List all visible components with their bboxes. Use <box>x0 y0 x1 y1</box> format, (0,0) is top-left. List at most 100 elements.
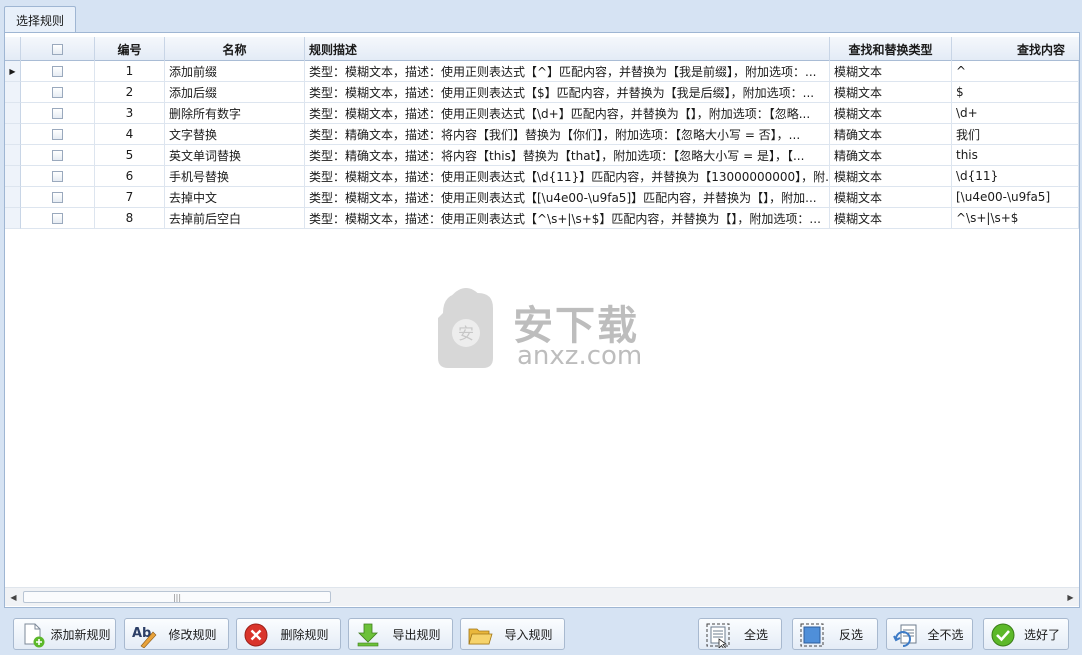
row-checkbox[interactable] <box>52 86 63 98</box>
add-document-icon <box>24 623 45 648</box>
row-indicator[interactable] <box>5 124 21 145</box>
row-indicator[interactable] <box>5 208 21 229</box>
row-checkbox-cell[interactable] <box>21 61 95 82</box>
row-checkbox[interactable] <box>52 65 63 77</box>
cell-desc[interactable]: 类型：精确文本，描述：将内容【this】替换为【that】，附加选项：【忽略大小… <box>305 145 830 166</box>
cell-name[interactable]: 去掉前后空白 <box>165 208 305 229</box>
cell-name[interactable]: 文字替换 <box>165 124 305 145</box>
select-none-button[interactable]: 全不选 <box>886 618 973 650</box>
row-checkbox[interactable] <box>52 191 63 203</box>
cell-no[interactable]: 7 <box>95 187 165 208</box>
cell-find[interactable]: ^ <box>952 61 1079 82</box>
current-row-indicator-icon[interactable]: ▶ <box>5 61 21 82</box>
cell-name[interactable]: 英文单词替换 <box>165 145 305 166</box>
row-indicator-header <box>5 37 21 61</box>
cell-type[interactable]: 精确文本 <box>830 124 952 145</box>
delete-rule-button[interactable]: 删除规则 <box>236 618 341 650</box>
table-row[interactable]: 3 删除所有数字 类型：模糊文本，描述：使用正则表达式【\d+】匹配内容，并替换为【… <box>5 103 1079 124</box>
cell-find[interactable]: \d+ <box>952 103 1079 124</box>
tab-select-rules[interactable]: 选择规则 <box>4 6 76 33</box>
import-rule-button[interactable]: 导入规则 <box>460 618 565 650</box>
row-checkbox-cell[interactable] <box>21 166 95 187</box>
scroll-left-icon[interactable]: ◀ <box>5 588 22 606</box>
cell-desc[interactable]: 类型：模糊文本，描述：使用正则表达式【\d+】匹配内容，并替换为【】，附加选项：… <box>305 103 830 124</box>
row-indicator[interactable] <box>5 82 21 103</box>
cell-desc[interactable]: 类型：精确文本，描述：将内容【我们】替换为【你们】，附加选项：【忽略大小写 = … <box>305 124 830 145</box>
export-rule-button[interactable]: 导出规则 <box>348 618 453 650</box>
cell-no[interactable]: 1 <box>95 61 165 82</box>
select-all-icon <box>706 623 730 648</box>
header-checkbox[interactable] <box>52 43 63 55</box>
cell-no[interactable]: 2 <box>95 82 165 103</box>
cell-name[interactable]: 添加后缀 <box>165 82 305 103</box>
cell-type[interactable]: 模糊文本 <box>830 166 952 187</box>
row-checkbox-cell[interactable] <box>21 103 95 124</box>
cell-name[interactable]: 手机号替换 <box>165 166 305 187</box>
row-checkbox-cell[interactable] <box>21 145 95 166</box>
cell-desc[interactable]: 类型：模糊文本，描述：使用正则表达式【$】匹配内容，并替换为【我是后缀】，附加选… <box>305 82 830 103</box>
row-checkbox[interactable] <box>52 107 63 119</box>
cell-desc[interactable]: 类型：模糊文本，描述：使用正则表达式【^\s+|\s+$】匹配内容，并替换为【】… <box>305 208 830 229</box>
row-checkbox[interactable] <box>52 149 63 161</box>
cell-find[interactable]: this <box>952 145 1079 166</box>
cell-name[interactable]: 去掉中文 <box>165 187 305 208</box>
cell-no[interactable]: 5 <box>95 145 165 166</box>
invert-selection-icon <box>800 623 824 647</box>
horizontal-scrollbar[interactable]: ◀ ||| ▶ <box>5 587 1079 606</box>
cell-type[interactable]: 模糊文本 <box>830 103 952 124</box>
row-checkbox[interactable] <box>52 170 63 182</box>
cell-find[interactable]: ^\s+|\s+$ <box>952 208 1079 229</box>
cell-type[interactable]: 模糊文本 <box>830 82 952 103</box>
cell-find[interactable]: $ <box>952 82 1079 103</box>
row-indicator[interactable] <box>5 103 21 124</box>
cell-desc[interactable]: 类型：模糊文本，描述：使用正则表达式【\d{11}】匹配内容，并替换为【1300… <box>305 166 830 187</box>
cell-desc[interactable]: 类型：模糊文本，描述：使用正则表达式【^】匹配内容，并替换为【我是前缀】，附加选… <box>305 61 830 82</box>
table-row[interactable]: 7 去掉中文 类型：模糊文本，描述：使用正则表达式【[\u4e00-\u9fa5]】… <box>5 187 1079 208</box>
edit-text-icon: Ab <box>132 626 157 648</box>
cell-type[interactable]: 模糊文本 <box>830 61 952 82</box>
row-indicator[interactable] <box>5 145 21 166</box>
invert-selection-button[interactable]: 反选 <box>792 618 878 650</box>
cell-desc[interactable]: 类型：模糊文本，描述：使用正则表达式【[\u4e00-\u9fa5]】匹配内容，… <box>305 187 830 208</box>
table-row[interactable]: 5 英文单词替换 类型：精确文本，描述：将内容【this】替换为【that】，附加选… <box>5 145 1079 166</box>
cell-no[interactable]: 4 <box>95 124 165 145</box>
column-header-type[interactable]: 查找和替换类型 <box>830 37 952 61</box>
row-checkbox-cell[interactable] <box>21 187 95 208</box>
cell-type[interactable]: 精确文本 <box>830 145 952 166</box>
column-header-name[interactable]: 名称 <box>165 37 305 61</box>
row-indicator[interactable] <box>5 187 21 208</box>
cell-type[interactable]: 模糊文本 <box>830 187 952 208</box>
table-row[interactable]: 6 手机号替换 类型：模糊文本，描述：使用正则表达式【\d{11}】匹配内容，并替换… <box>5 166 1079 187</box>
cell-no[interactable]: 6 <box>95 166 165 187</box>
add-rule-button[interactable]: 添加新规则 <box>13 618 116 650</box>
select-none-label: 全不选 <box>927 627 964 642</box>
row-checkbox-cell[interactable] <box>21 82 95 103</box>
row-checkbox[interactable] <box>52 128 63 140</box>
row-checkbox-cell[interactable] <box>21 124 95 145</box>
confirm-button[interactable]: 选好了 <box>983 618 1069 650</box>
scroll-thumb[interactable]: ||| <box>23 591 331 603</box>
table-row[interactable]: 4 文字替换 类型：精确文本，描述：将内容【我们】替换为【你们】，附加选项：【忽略大… <box>5 124 1079 145</box>
cell-find[interactable]: 我们 <box>952 124 1079 145</box>
select-all-button[interactable]: 全选 <box>698 618 782 650</box>
column-header-desc[interactable]: 规则描述 <box>305 37 830 61</box>
cell-type[interactable]: 模糊文本 <box>830 208 952 229</box>
cell-name[interactable]: 添加前缀 <box>165 61 305 82</box>
export-rule-label: 导出规则 <box>392 627 441 642</box>
row-indicator[interactable] <box>5 166 21 187</box>
cell-find[interactable]: \d{11} <box>952 166 1079 187</box>
column-header-find[interactable]: 查找内容 <box>952 37 1079 61</box>
column-header-no[interactable]: 编号 <box>95 37 165 61</box>
edit-rule-button[interactable]: Ab 修改规则 <box>124 618 229 650</box>
row-checkbox[interactable] <box>52 212 63 224</box>
cell-no[interactable]: 3 <box>95 103 165 124</box>
scroll-right-icon[interactable]: ▶ <box>1062 588 1079 606</box>
table-row[interactable]: 8 去掉前后空白 类型：模糊文本，描述：使用正则表达式【^\s+|\s+$】匹配内容… <box>5 208 1079 229</box>
cell-name[interactable]: 删除所有数字 <box>165 103 305 124</box>
table-row[interactable]: 2 添加后缀 类型：模糊文本，描述：使用正则表达式【$】匹配内容，并替换为【我是后缀… <box>5 82 1079 103</box>
row-checkbox-cell[interactable] <box>21 208 95 229</box>
cell-find[interactable]: [\u4e00-\u9fa5] <box>952 187 1079 208</box>
table-row[interactable]: ▶ 1 添加前缀 类型：模糊文本，描述：使用正则表达式【^】匹配内容，并替换为【我是前… <box>5 61 1079 82</box>
cell-no[interactable]: 8 <box>95 208 165 229</box>
select-all-checkbox-header[interactable] <box>21 37 95 61</box>
